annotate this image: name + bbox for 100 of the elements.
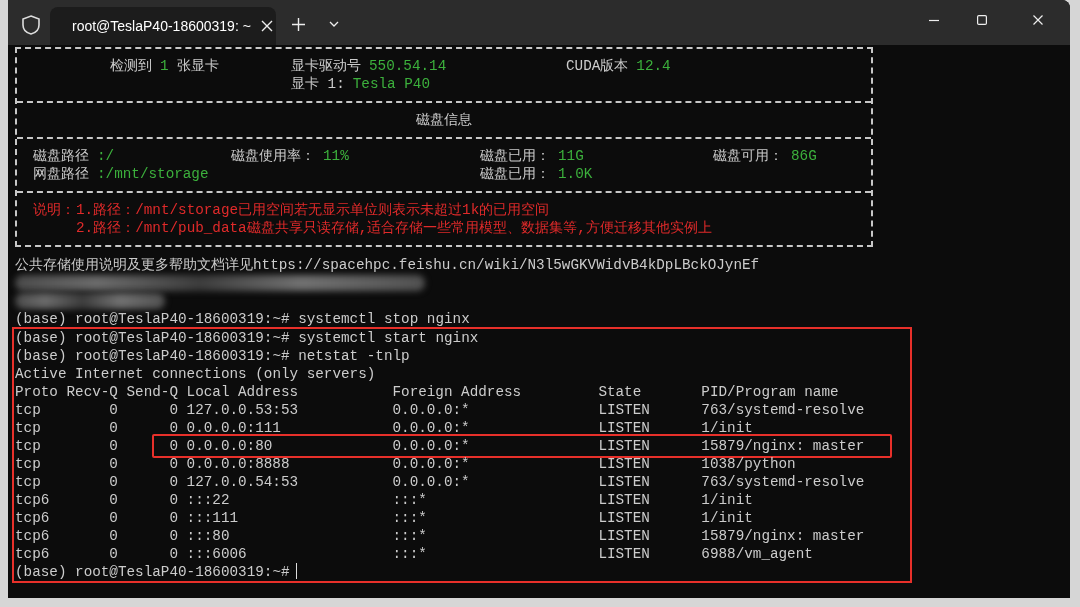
table-cell-text: 0 <box>168 545 178 563</box>
column-header: PID/Program name <box>701 383 840 401</box>
note-text: 2.路径：/mnt/pub_data磁盘共享只读存储,适合存储一些常用模型、数据集等,方便迁移其他实例上 <box>76 219 713 237</box>
table-cell-text: :::* <box>392 491 428 509</box>
table-cell-text: 0 <box>168 401 178 419</box>
table-cell-text: :::* <box>392 509 428 527</box>
table-cell-text: 0 <box>108 437 118 455</box>
table-cell-text: tcp <box>15 455 42 473</box>
table-cell-text: 0.0.0.0:* <box>392 473 471 491</box>
table-cell-text: tcp6 <box>15 491 51 509</box>
table-cell-text: 0 <box>168 509 178 527</box>
label-text: 显卡驱动号 <box>291 57 361 75</box>
prompt-text: (base) root@TeslaP40-18600319:~# <box>15 347 290 365</box>
table-cell-text: LISTEN <box>598 545 651 563</box>
maximize-icon <box>977 15 987 25</box>
table-cell-text: tcp6 <box>15 527 51 545</box>
table-cell-text: tcp <box>15 437 42 455</box>
table-cell-text: 0 <box>108 509 118 527</box>
value-text: 1 <box>160 57 169 75</box>
table-cell-text: 0.0.0.0:* <box>392 419 471 437</box>
table-cell-text: tcp <box>15 419 42 437</box>
close-tab-button[interactable] <box>260 20 273 32</box>
table-cell-text: LISTEN <box>598 455 651 473</box>
value-text: 86G <box>791 147 817 165</box>
table-cell-text: tcp <box>15 473 42 491</box>
command-text: systemctl stop nginx <box>297 310 470 328</box>
label-text: 磁盘使用率： <box>231 147 315 165</box>
command-text: systemctl start nginx <box>297 329 479 347</box>
table-cell-text: LISTEN <box>598 509 651 527</box>
shield-icon <box>22 15 40 35</box>
value-text: Tesla P40 <box>352 75 430 93</box>
table-cell-text: 0 <box>168 455 178 473</box>
table-cell-text: 1/init <box>701 491 754 509</box>
table-cell-text: :::* <box>392 545 428 563</box>
label-text: 磁盘已用： <box>480 165 550 183</box>
terminal-tab[interactable]: root@TeslaP40-18600319: ~ <box>50 7 276 45</box>
label-text: 网盘路径 <box>33 165 89 183</box>
table-cell-text: 0 <box>108 455 118 473</box>
value-text: 12.4 <box>636 57 671 75</box>
value-text: 1.0K <box>558 165 593 183</box>
close-icon <box>260 20 273 32</box>
table-cell-text: LISTEN <box>598 401 651 419</box>
table-cell-text: LISTEN <box>598 527 651 545</box>
label-text: 磁盘已用： <box>480 147 550 165</box>
column-header: Foreign Address <box>392 383 523 401</box>
table-cell-text: 0.0.0.0:80 <box>185 437 274 455</box>
label-text: 磁盘路径 <box>33 147 89 165</box>
table-cell-text: 0 <box>108 401 118 419</box>
table-cell-text: 0 <box>108 527 118 545</box>
table-cell-text: 1/init <box>701 419 754 437</box>
label-text: CUDA版本 <box>566 57 629 75</box>
table-cell-text: 0 <box>168 527 178 545</box>
table-cell-text: 15879/nginx: master <box>701 437 866 455</box>
table-cell-text: 0 <box>108 473 118 491</box>
column-header: Local Address <box>185 383 300 401</box>
note-text: 1.路径：/mnt/storage已用空间若无显示单位则表示未超过1k的已用空间 <box>76 201 551 219</box>
table-cell-text: 1/init <box>701 509 754 527</box>
table-cell-text: 0.0.0.0:* <box>392 437 471 455</box>
column-header: Send-Q <box>125 383 178 401</box>
value-text: 11% <box>323 147 349 165</box>
table-cell-text: 127.0.0.54:53 <box>185 473 300 491</box>
label-text: 显卡 1: <box>291 75 345 93</box>
table-cell-text: 0.0.0.0:* <box>392 401 471 419</box>
table-cell-text: 0 <box>108 419 118 437</box>
table-cell-text: 0 <box>168 491 178 509</box>
table-cell-text: :::6006 <box>185 545 248 563</box>
table-cell-text: LISTEN <box>598 473 651 491</box>
table-cell-text: tcp6 <box>15 545 51 563</box>
prompt-text: (base) root@TeslaP40-18600319:~# <box>15 563 290 581</box>
column-header: State <box>598 383 643 401</box>
table-cell-text: 0 <box>168 473 178 491</box>
table-cell-text: tcp <box>15 401 42 419</box>
table-cell-text: LISTEN <box>598 419 651 437</box>
table-cell-text: 0 <box>168 419 178 437</box>
output-text: 公共存储使用说明及更多帮助文档详见https://spacehpc.feishu.cn/wiki/N3l5wGKVWidvB4kDpLBckOJynEf <box>15 256 760 274</box>
table-cell-text: 0.0.0.0:111 <box>185 419 282 437</box>
table-cell-text: :::* <box>392 527 428 545</box>
label-text: 检测到 <box>110 57 152 75</box>
table-cell-text: tcp6 <box>15 509 51 527</box>
table-cell-text: 0.0.0.0:8888 <box>185 455 291 473</box>
table-cell-text: :::111 <box>185 509 240 527</box>
table-cell-text: :::80 <box>185 527 231 545</box>
table-cell-text: LISTEN <box>598 437 651 455</box>
table-cell-text: 0 <box>168 437 178 455</box>
value-text: 550.54.14 <box>369 57 447 75</box>
column-header: Proto <box>15 383 59 401</box>
table-cell-text: 763/systemd-resolve <box>701 401 866 419</box>
section-title: 磁盘信息 <box>416 111 472 129</box>
value-text: :/mnt/storage <box>97 165 209 183</box>
column-header: Recv-Q <box>66 383 118 401</box>
table-cell-text: LISTEN <box>598 491 651 509</box>
output-text: Active Internet connections (only servers) <box>15 365 376 383</box>
command-text: netstat -tnlp <box>297 347 410 365</box>
prompt-text: (base) root@TeslaP40-18600319:~# <box>15 329 290 347</box>
table-cell-text: 0 <box>108 491 118 509</box>
table-cell-text: 1038/python <box>701 455 797 473</box>
table-cell-text: 15879/nginx: master <box>701 527 866 545</box>
table-cell-text: 6988/vm_agent <box>701 545 814 563</box>
table-cell-text: 127.0.0.53:53 <box>185 401 300 419</box>
value-text: 11G <box>558 147 584 165</box>
